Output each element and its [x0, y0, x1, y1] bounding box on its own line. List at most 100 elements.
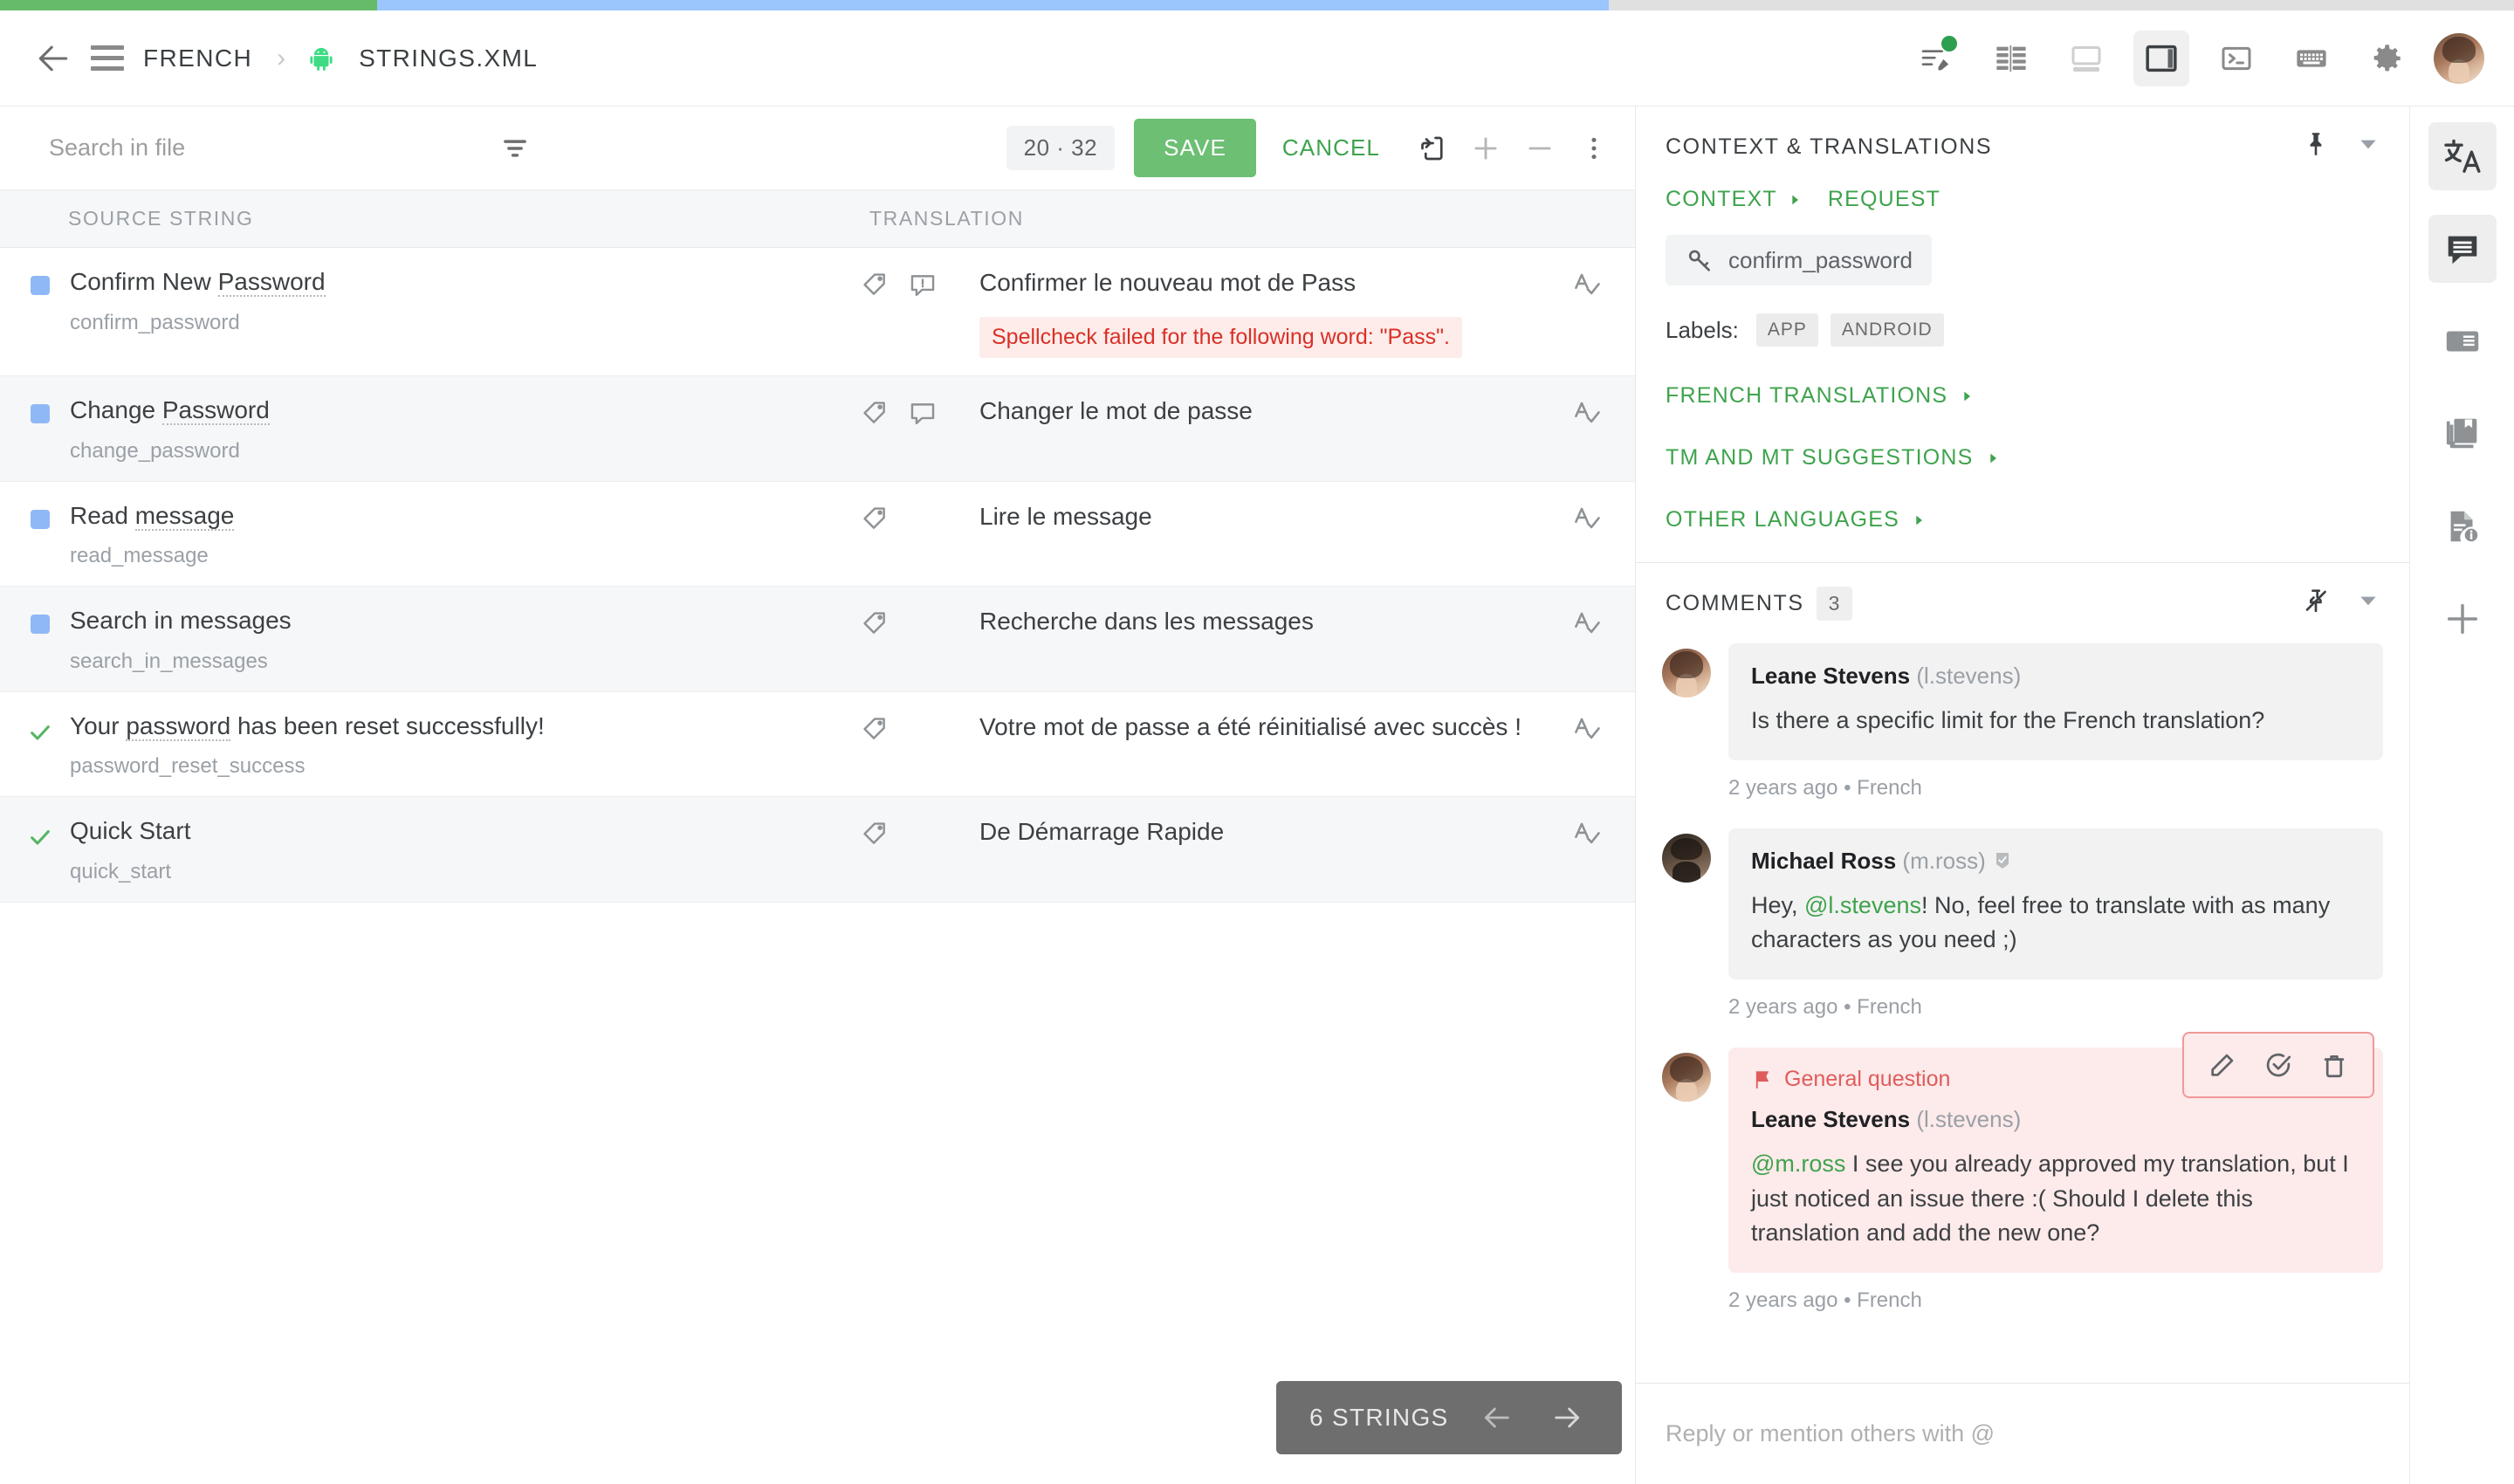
copy-source-icon[interactable] — [1406, 123, 1457, 174]
source-string-text: Change Password — [70, 396, 270, 425]
comment-avatar — [1662, 1053, 1711, 1103]
other-languages-group[interactable]: OTHER LANGUAGES — [1666, 507, 2380, 532]
screenshot-panel-icon[interactable] — [2428, 307, 2497, 375]
plus-icon[interactable] — [1460, 123, 1511, 174]
source-string-key: search_in_messages — [70, 649, 268, 673]
table-row[interactable]: Confirm New Password confirm_password Conf… — [0, 248, 1635, 376]
comment-item[interactable]: Leane Stevens (l.stevens) Is there a spec… — [1662, 643, 2383, 800]
tag-icon[interactable] — [861, 505, 890, 534]
translation-text[interactable]: Changer le mot de passe — [979, 395, 1539, 426]
breadcrumb-file[interactable]: STRINGS.XML — [350, 45, 546, 72]
table-row[interactable]: Read message read_message Lire le message — [0, 481, 1635, 587]
spellcheck-icon[interactable] — [1571, 608, 1603, 639]
table-row[interactable]: Quick Start quick_start De Démarrage Rapid… — [0, 797, 1635, 903]
comments-scroll-area[interactable]: Leane Stevens (l.stevens) Is there a spec… — [1636, 643, 2409, 1383]
string-key-chip[interactable]: confirm_password — [1666, 235, 1932, 285]
table-row[interactable]: Your password has been reset successfull… — [0, 691, 1635, 798]
tm-mt-suggestions-label: TM AND MT SUGGESTIONS — [1666, 445, 1974, 470]
edit-comment-icon[interactable] — [2198, 1041, 2247, 1089]
progress-segment-translated — [0, 0, 377, 10]
console-icon[interactable] — [2208, 31, 2264, 86]
translation-text[interactable]: De Démarrage Rapide — [979, 816, 1539, 847]
translation-text[interactable]: Confirmer le nouveau mot de Pass — [979, 267, 1539, 298]
side-panel-layout-icon[interactable] — [2133, 30, 2189, 86]
minus-icon[interactable] — [1515, 123, 1565, 174]
tag-icon[interactable] — [861, 820, 890, 849]
comment-item[interactable]: Michael Ross (m.ross) Hey, @l.stevens! N… — [1662, 828, 2383, 1020]
comment-meta: 2 years ago • French — [1728, 776, 1922, 800]
more-vertical-icon[interactable] — [1569, 123, 1619, 174]
tag-icon[interactable] — [861, 609, 890, 639]
unpin-icon[interactable] — [2301, 586, 2331, 622]
source-string-text: Quick Start — [70, 817, 191, 845]
comment-flag-label: General question — [1784, 1067, 1951, 1092]
comment-alert-icon[interactable] — [908, 271, 938, 300]
arrow-left-icon[interactable] — [1472, 1393, 1521, 1442]
breadcrumb-language[interactable]: FRENCH — [134, 45, 261, 72]
back-arrow-icon[interactable] — [26, 31, 80, 86]
glossary-book-icon[interactable] — [2428, 400, 2497, 468]
delete-comment-icon[interactable] — [2310, 1041, 2359, 1089]
tag-icon[interactable] — [861, 715, 890, 745]
table-row[interactable]: Search in messages search_in_messages Rech… — [0, 587, 1635, 692]
source-string-key: change_password — [70, 438, 240, 463]
comment-mention[interactable]: @l.stevens — [1804, 892, 1921, 918]
edit-mode-icon[interactable] — [1908, 31, 1964, 86]
comment-avatar — [1662, 649, 1711, 697]
french-translations-label: FRENCH TRANSLATIONS — [1666, 383, 1948, 408]
cancel-button[interactable]: CANCEL — [1260, 119, 1403, 177]
file-info-icon[interactable] — [2428, 492, 2497, 560]
chevron-right-icon — [1792, 195, 1798, 204]
hamburger-menu-icon[interactable] — [80, 31, 134, 86]
comment-meta: 2 years ago • French — [1728, 995, 1922, 1020]
spellcheck-icon[interactable] — [1571, 269, 1603, 300]
file-progress-bar — [0, 0, 2514, 10]
tag-icon[interactable] — [861, 271, 890, 300]
pin-icon[interactable] — [2301, 129, 2331, 165]
label-chip-android[interactable]: ANDROID — [1830, 313, 1944, 347]
chevron-down-icon[interactable] — [2357, 589, 2380, 618]
label-chip-app[interactable]: APP — [1755, 313, 1818, 347]
french-translations-group[interactable]: FRENCH TRANSLATIONS — [1666, 383, 2380, 409]
comment-icon[interactable] — [908, 399, 938, 429]
comment-author: Michael Ross (m.ross) — [1751, 848, 2360, 875]
comments-icon[interactable] — [2428, 215, 2497, 283]
table-row[interactable]: Change Password change_password Changer le… — [0, 376, 1635, 482]
table-view-icon[interactable] — [1983, 31, 2039, 86]
chevron-down-icon[interactable] — [2357, 133, 2380, 161]
filter-icon[interactable] — [489, 122, 541, 175]
source-string-key: confirm_password — [70, 310, 240, 334]
reply-input[interactable] — [1666, 1420, 2380, 1447]
comment-mention[interactable]: @m.ross — [1751, 1151, 1845, 1177]
comments-list: Leane Stevens (l.stevens) Is there a spec… — [1636, 643, 2409, 1353]
keyboard-shortcuts-icon[interactable] — [2284, 31, 2339, 86]
request-link[interactable]: REQUEST — [1828, 187, 1940, 212]
spellcheck-icon[interactable] — [1571, 397, 1603, 429]
translate-icon[interactable] — [2428, 122, 2497, 190]
comment-author: Leane Stevens (l.stevens) — [1751, 663, 2022, 689]
spellcheck-icon[interactable] — [1571, 818, 1603, 849]
save-button[interactable]: SAVE — [1134, 119, 1256, 177]
spellcheck-icon[interactable] — [1571, 503, 1603, 534]
context-link[interactable]: CONTEXT — [1666, 187, 1802, 212]
spellcheck-icon[interactable] — [1571, 713, 1603, 745]
arrow-right-icon[interactable] — [1543, 1393, 1592, 1442]
search-input[interactable] — [0, 134, 489, 161]
comment-bubble: Leane Stevens (l.stevens) Is there a spec… — [1728, 643, 2383, 761]
source-string-text: Read message — [70, 501, 235, 531]
bottom-panel-layout-icon[interactable] — [2058, 31, 2114, 86]
row-status-marker — [26, 395, 54, 464]
settings-gear-icon[interactable] — [2359, 31, 2414, 86]
user-avatar[interactable] — [2434, 32, 2484, 84]
translation-text[interactable]: Recherche dans les messages — [979, 606, 1539, 636]
tm-mt-suggestions-group[interactable]: TM AND MT SUGGESTIONS — [1666, 445, 2380, 471]
comment-author-handle: (m.ross) — [1902, 848, 1986, 875]
string-list: Confirm New Password confirm_password Conf… — [0, 248, 1635, 903]
reply-bar — [1636, 1383, 2409, 1484]
resolve-comment-icon[interactable] — [2254, 1041, 2303, 1089]
translation-text[interactable]: Votre mot de passe a été réinitialisé av… — [979, 711, 1539, 742]
translation-text[interactable]: Lire le message — [979, 501, 1539, 532]
add-panel-icon[interactable] — [2428, 585, 2497, 653]
tag-icon[interactable] — [861, 399, 890, 429]
comment-item[interactable]: General question Leane Stevens (l.stevens… — [1662, 1032, 2383, 1312]
